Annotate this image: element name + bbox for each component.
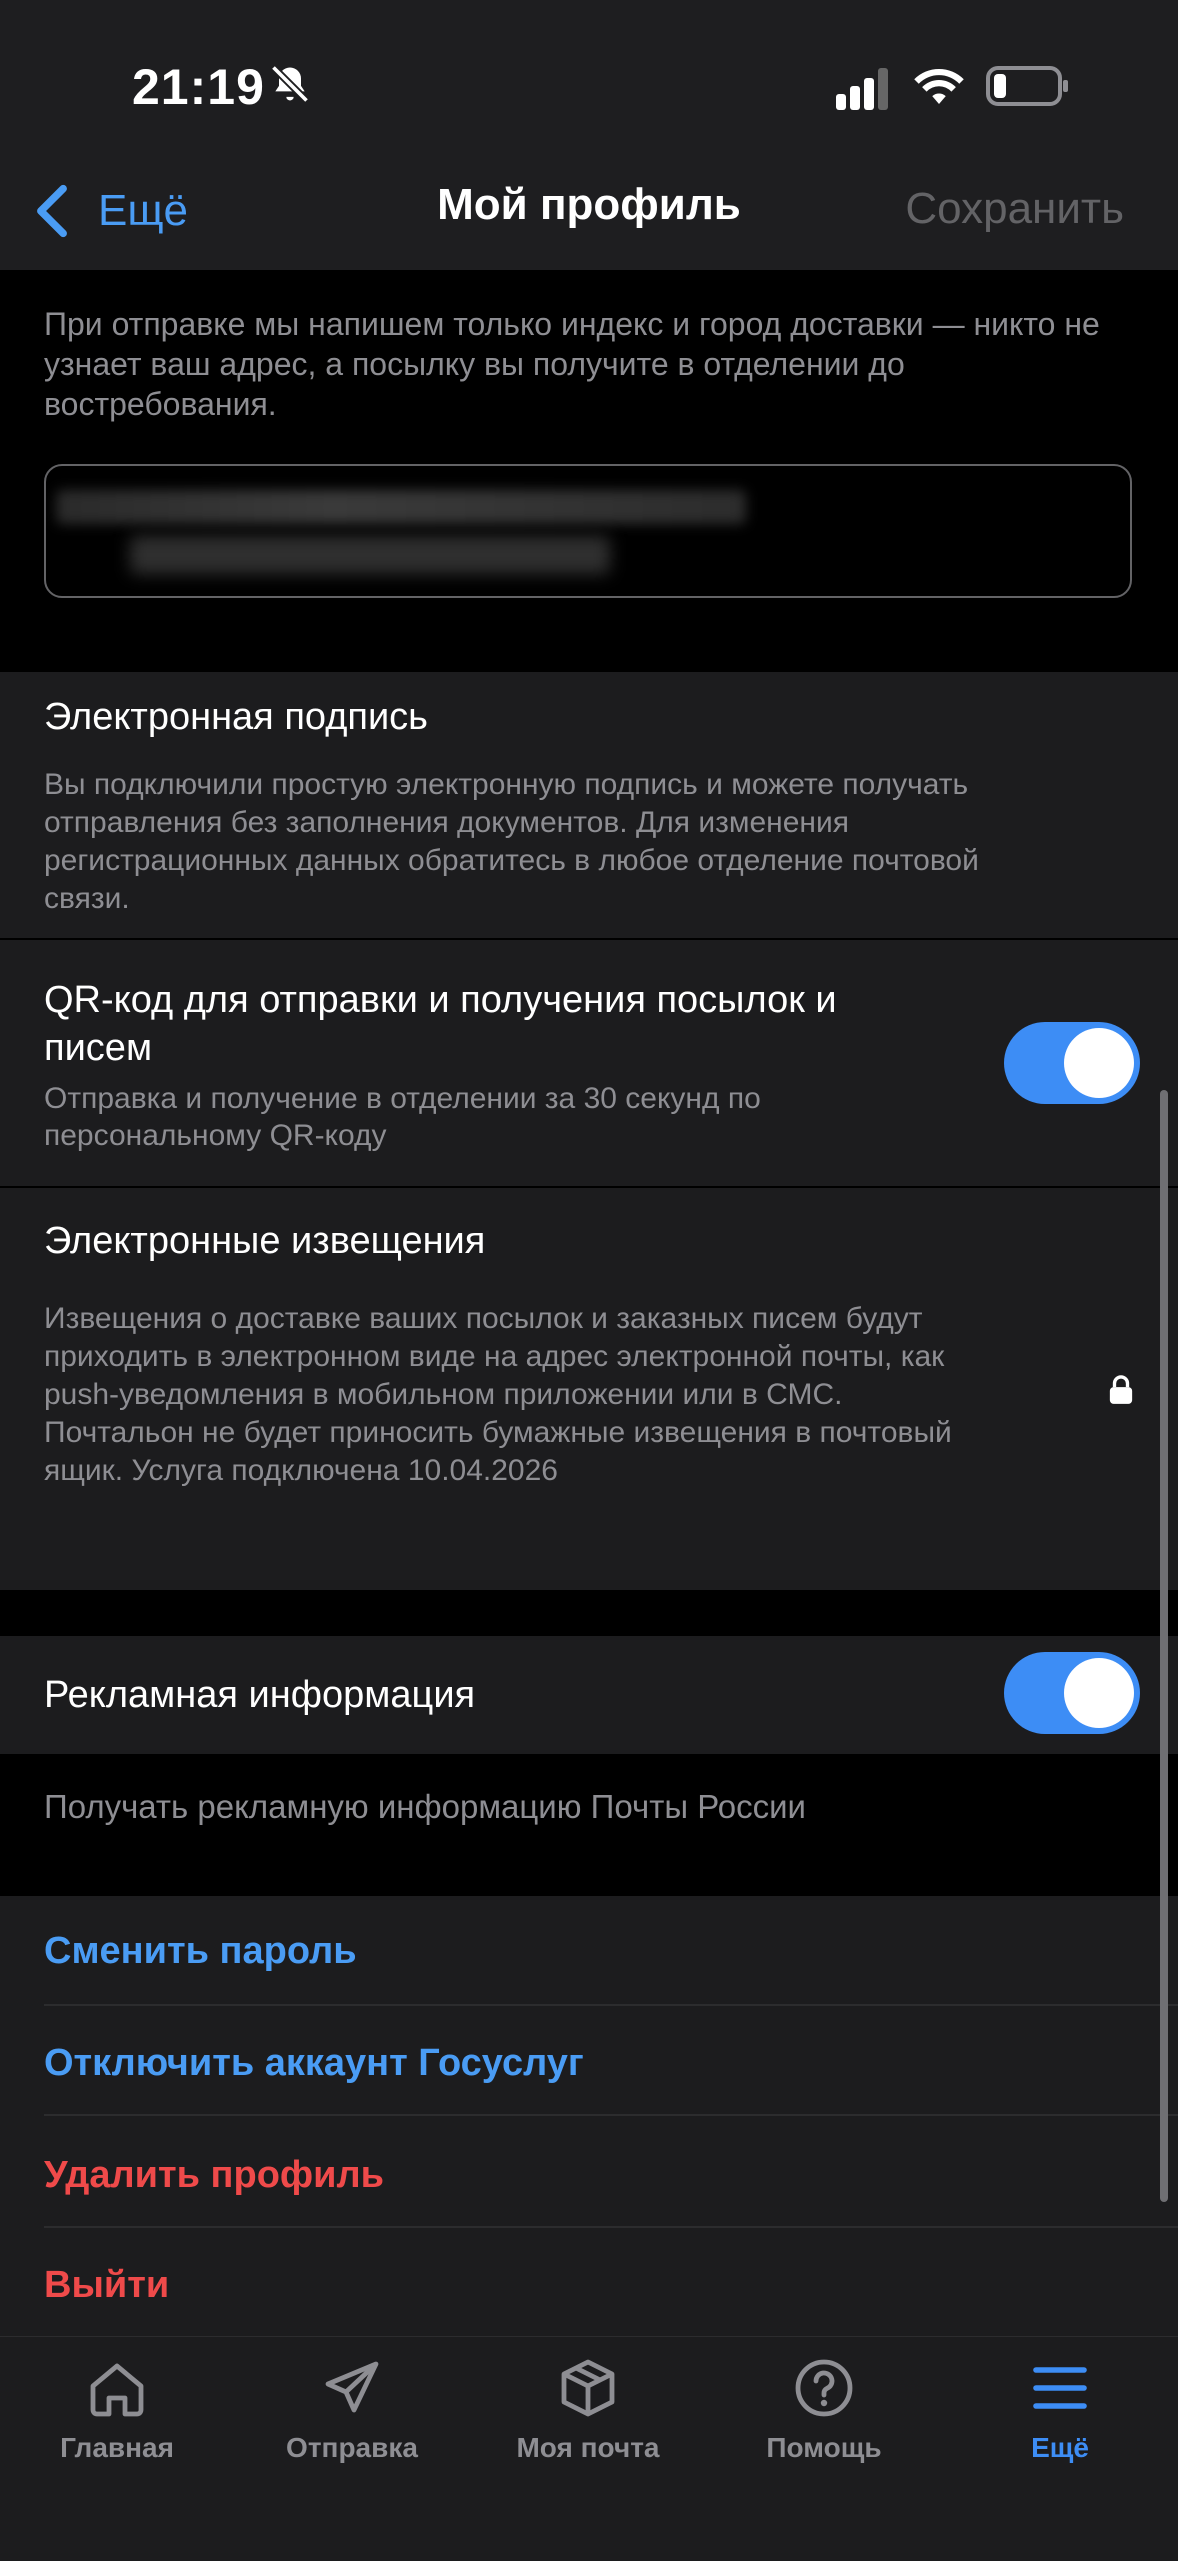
address-value-blurred	[56, 490, 746, 524]
bell-muted-icon	[270, 64, 310, 104]
ads-note: Получать рекламную информацию Почты Росс…	[44, 1788, 806, 1825]
tab-help[interactable]: Помощь	[724, 2356, 924, 2464]
tab-label: Моя почта	[516, 2432, 660, 2463]
toggle-knob	[1064, 1658, 1134, 1728]
divider	[44, 2004, 1178, 2006]
cellular-signal-icon	[836, 68, 888, 110]
tab-label: Помощь	[766, 2432, 882, 2463]
divider	[44, 2114, 1178, 2116]
help-icon	[795, 2359, 853, 2417]
address-note: При отправке мы напишем только индекс и …	[44, 306, 1100, 422]
battery-icon	[986, 66, 1068, 106]
tab-home[interactable]: Главная	[17, 2356, 217, 2464]
package-icon	[561, 2359, 615, 2417]
divider	[44, 2226, 1178, 2228]
esign-description: Вы подключили простую электронную подпис…	[44, 768, 979, 915]
address-value-blurred-line2	[130, 536, 610, 574]
tab-send[interactable]: Отправка	[252, 2356, 452, 2464]
account-actions: Сменить пароль Отключить аккаунт Госуслу…	[0, 1896, 1178, 2336]
delete-profile-link[interactable]: Удалить профиль	[44, 2154, 384, 2197]
menu-icon	[1033, 2367, 1087, 2409]
lock-icon	[1109, 1375, 1133, 1404]
wifi-icon	[914, 68, 964, 104]
tab-label: Ещё	[1031, 2432, 1089, 2463]
qr-toggle[interactable]	[1004, 1022, 1140, 1104]
notifications-description: Извещения о доставке ваших посылок и зак…	[44, 1302, 952, 1487]
qr-description: Отправка и получение в отделении за 30 с…	[44, 1082, 761, 1152]
qr-title: QR-код для отправки и получения посылок …	[44, 979, 837, 1069]
esign-title: Электронная подпись	[44, 696, 428, 738]
ads-label: Рекламная информация	[44, 1674, 476, 1716]
tab-label: Отправка	[286, 2432, 418, 2463]
scrollbar[interactable]	[1160, 1090, 1168, 2202]
status-time: 21:19	[132, 59, 265, 115]
disconnect-gosuslugi-link[interactable]: Отключить аккаунт Госуслуг	[44, 2042, 584, 2085]
toggle-knob	[1064, 1028, 1134, 1098]
save-button[interactable]: Сохранить	[905, 184, 1124, 234]
home-icon	[90, 2363, 144, 2417]
address-field[interactable]	[44, 464, 1132, 598]
tab-more[interactable]: Ещё	[960, 2356, 1160, 2464]
logout-link[interactable]: Выйти	[44, 2264, 169, 2307]
paper-plane-icon	[325, 2361, 379, 2413]
notifications-title: Электронные извещения	[44, 1220, 486, 1262]
tab-label: Главная	[60, 2432, 174, 2463]
ads-toggle[interactable]	[1004, 1652, 1140, 1734]
change-password-link[interactable]: Сменить пароль	[44, 1930, 357, 1973]
tab-my-mail[interactable]: Моя почта	[488, 2356, 688, 2464]
